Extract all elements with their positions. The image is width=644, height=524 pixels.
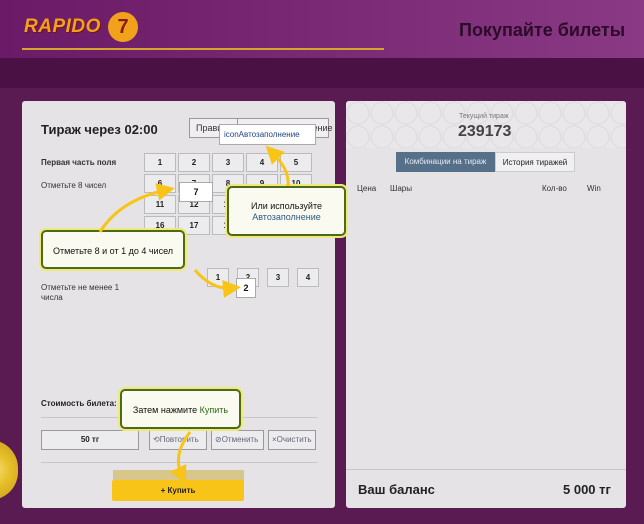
- arrow-to-grid1: [98, 183, 175, 233]
- tutorial-arrows: [98, 145, 290, 485]
- arrow-to-autofill: [265, 145, 290, 187]
- arrow-to-grid2: [193, 269, 241, 298]
- arrow-to-buy: [170, 431, 192, 485]
